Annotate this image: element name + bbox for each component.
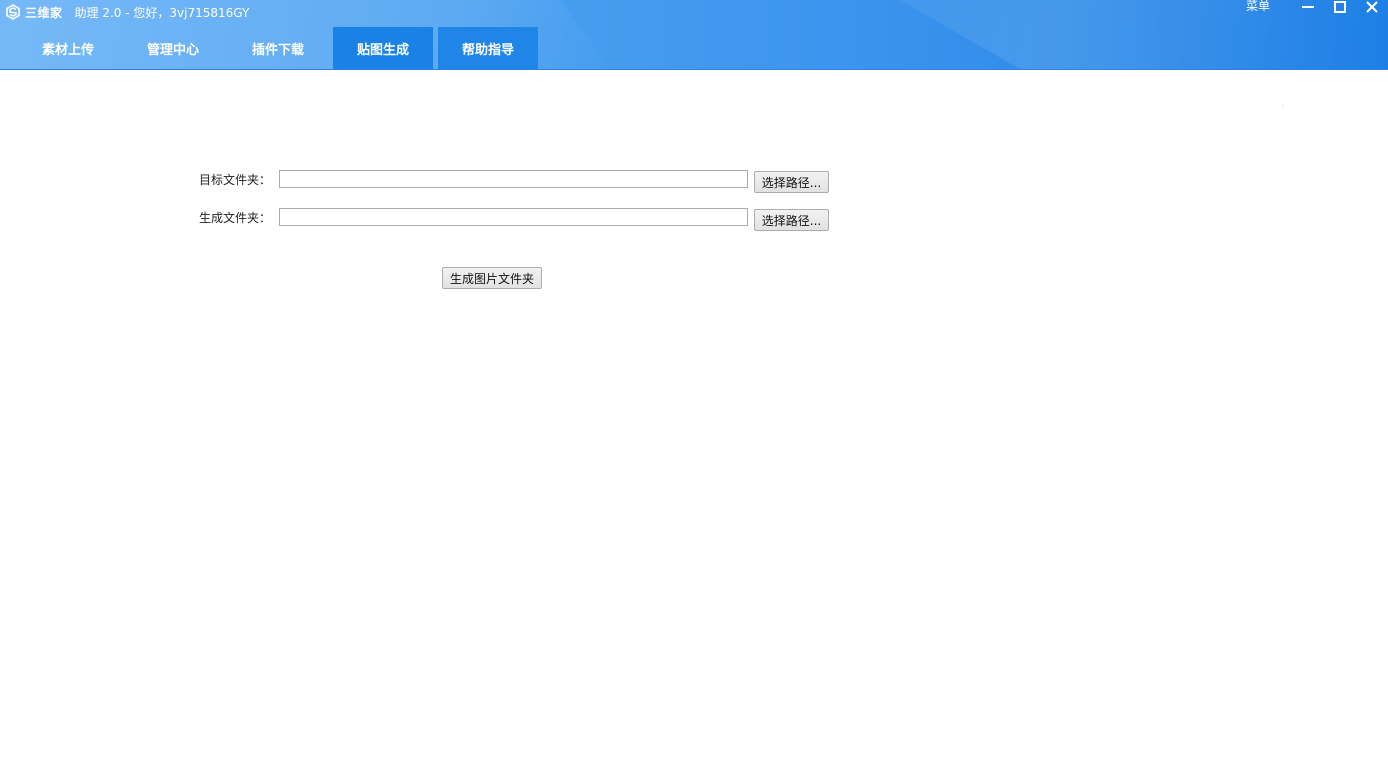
maximize-icon bbox=[1334, 1, 1346, 13]
app-name: 三维家 bbox=[25, 5, 63, 20]
close-button[interactable] bbox=[1356, 0, 1388, 14]
minimize-icon bbox=[1302, 6, 1314, 8]
decorative-speck bbox=[1282, 104, 1284, 107]
minimize-button[interactable] bbox=[1292, 0, 1324, 14]
app-window: 三维家 助理 2.0 - 您好，3vj715816GY 菜单 素材上传 管理中心… bbox=[0, 0, 1388, 777]
window-controls: 菜单 bbox=[1246, 0, 1388, 14]
tab-texture-generation[interactable]: 贴图生成 bbox=[333, 27, 433, 69]
main-tabs: 素材上传 管理中心 插件下载 贴图生成 帮助指导 bbox=[18, 27, 543, 69]
close-icon bbox=[1366, 1, 1378, 13]
tab-material-upload[interactable]: 素材上传 bbox=[18, 27, 118, 69]
tab-help-guide[interactable]: 帮助指导 bbox=[438, 27, 538, 69]
tab-label: 贴图生成 bbox=[356, 42, 409, 58]
generate-image-folder-button[interactable]: 生成图片文件夹 bbox=[442, 267, 542, 289]
tab-label: 素材上传 bbox=[41, 42, 94, 58]
title-bar: 三维家 助理 2.0 - 您好，3vj715816GY bbox=[0, 0, 249, 24]
target-folder-label: 目标文件夹： bbox=[199, 172, 272, 187]
target-folder-input[interactable] bbox=[279, 170, 748, 188]
output-folder-label: 生成文件夹： bbox=[199, 210, 272, 225]
menu-button[interactable]: 菜单 bbox=[1246, 0, 1270, 14]
tab-label: 帮助指导 bbox=[461, 42, 514, 58]
output-folder-browse-button[interactable]: 选择路径... bbox=[754, 209, 829, 231]
tab-label: 插件下载 bbox=[251, 42, 304, 58]
target-folder-row: 目标文件夹： 选择路径... bbox=[199, 168, 829, 193]
tab-label: 管理中心 bbox=[146, 42, 199, 58]
tab-management-center[interactable]: 管理中心 bbox=[123, 27, 223, 69]
output-folder-row: 生成文件夹： 选择路径... bbox=[199, 206, 829, 231]
target-folder-browse-button[interactable]: 选择路径... bbox=[754, 171, 829, 193]
tab-plugin-download[interactable]: 插件下载 bbox=[228, 27, 328, 69]
sanweijia-logo-icon bbox=[5, 4, 21, 20]
output-folder-input[interactable] bbox=[279, 208, 748, 226]
window-title: 助理 2.0 - 您好，3vj715816GY bbox=[74, 5, 250, 20]
header: 三维家 助理 2.0 - 您好，3vj715816GY 菜单 素材上传 管理中心… bbox=[0, 0, 1388, 70]
maximize-button[interactable] bbox=[1324, 0, 1356, 14]
